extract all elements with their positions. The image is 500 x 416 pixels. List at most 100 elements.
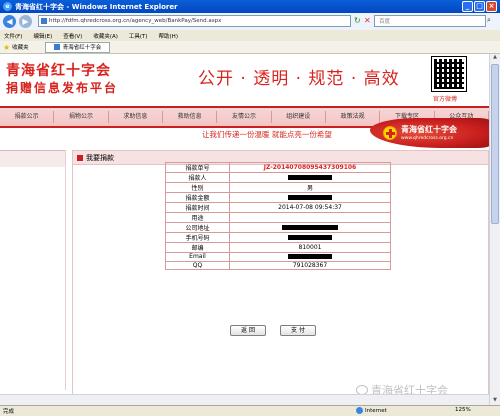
row-label: QQ — [165, 260, 230, 270]
row-value — [229, 172, 391, 183]
banner-text: 让我们传递一份温暖 就能点亮一份希望 — [202, 130, 332, 139]
page-icon — [53, 44, 60, 50]
red-cross-icon — [383, 126, 397, 140]
scroll-down-icon[interactable]: ▼ — [491, 397, 499, 405]
star-icon: ★ — [3, 42, 11, 52]
pay-button[interactable]: 支 付 — [280, 325, 316, 336]
action-buttons: 返 回 支 付 — [230, 325, 316, 336]
refresh-icon[interactable]: ↻ — [354, 16, 361, 25]
table-row: 捐款金额 — [165, 192, 391, 203]
title-bar: e 青海省红十字会 - Windows Internet Explorer _ … — [0, 0, 500, 13]
close-button[interactable]: × — [486, 1, 497, 12]
redacted-value — [288, 175, 332, 180]
redacted-value — [288, 254, 332, 260]
row-label: 捐款人 — [165, 172, 230, 183]
favorites-button[interactable]: ★ 收藏夹 — [0, 43, 29, 52]
scroll-up-icon[interactable]: ▲ — [491, 54, 499, 62]
menu-edit[interactable]: 编辑(E) — [33, 32, 52, 40]
row-label: 手机号码 — [165, 232, 230, 243]
horizontal-scrollbar[interactable] — [0, 394, 489, 405]
nav-item-donation-publicity[interactable]: 捐款公示 — [0, 111, 55, 123]
row-label: 邮编 — [165, 242, 230, 253]
table-row: 捐款单号 JZ-20140708095437309106 — [165, 162, 391, 173]
row-value — [229, 212, 391, 223]
menu-file[interactable]: 文件(F) — [4, 32, 22, 40]
table-row: 用途 — [165, 212, 391, 223]
search-placeholder: 百度 — [379, 19, 391, 25]
back-nav-button[interactable]: ◀ — [3, 15, 16, 28]
address-row: ◀ ▶ http://fdfm.qhredcross.org.cn/agency… — [0, 13, 500, 30]
qr-code-icon — [431, 56, 467, 92]
back-button[interactable]: 返 回 — [230, 325, 266, 336]
table-row: 公司地址 — [165, 222, 391, 233]
donation-info-table: 捐款单号 JZ-20140708095437309106 捐款人 性别男捐款金额 捐款时… — [165, 162, 391, 270]
row-value: 男 — [229, 182, 391, 193]
site-slogan: 公开 · 透明 · 规范 · 高效 — [198, 69, 400, 89]
qr-label: 官方微博 — [433, 96, 458, 103]
row-label: Email — [165, 252, 230, 262]
menu-tools[interactable]: 工具(T) — [129, 32, 148, 40]
ie-logo-icon: e — [3, 2, 12, 11]
vertical-scrollbar[interactable]: ▲ ▼ — [489, 54, 500, 405]
minimize-button[interactable]: _ — [462, 1, 473, 12]
row-value: 791028367 — [229, 260, 391, 270]
search-input[interactable]: 百度 — [374, 15, 486, 27]
nav-item-goods-publicity[interactable]: 捐物公示 — [54, 111, 109, 123]
row-label: 公司地址 — [165, 222, 230, 233]
table-row: 捐款人 — [165, 172, 391, 183]
panel-title-text: 我要捐款 — [86, 153, 114, 162]
menu-view[interactable]: 查看(V) — [63, 32, 82, 40]
address-input[interactable]: http://fdfm.qhredcross.org.cn/agency_web… — [38, 15, 351, 27]
site-org-name: 青海省红十字会 — [6, 63, 111, 79]
row-label: 捐款金额 — [165, 192, 230, 203]
window-controls: _ □ × — [462, 1, 497, 12]
site-header: 青海省红十字会 捐赠信息发布平台 公开 · 透明 · 规范 · 高效 官方微博 — [0, 54, 489, 106]
site-platform-name: 捐赠信息发布平台 — [6, 81, 119, 95]
row-value — [229, 192, 391, 203]
forward-nav-button[interactable]: ▶ — [19, 15, 32, 28]
row-label: 捐款单号 — [165, 162, 230, 173]
scroll-thumb[interactable] — [491, 64, 499, 224]
banner-url: www.qhredcross.org.cn — [401, 136, 454, 141]
page-content: 青海省红十字会 捐赠信息发布平台 公开 · 透明 · 规范 · 高效 官方微博 … — [0, 54, 489, 405]
redacted-value — [282, 225, 338, 230]
status-bar: 完成 Internet 125% — [0, 405, 500, 416]
search-icon[interactable]: ⌕ — [487, 16, 491, 25]
sidebar — [0, 150, 66, 390]
redacted-value — [288, 235, 332, 240]
status-text: 完成 — [3, 409, 15, 415]
row-label: 用途 — [165, 212, 230, 223]
donation-banner: 让我们传递一份温暖 就能点亮一份希望 青海省红十字会 www.qhredcros… — [120, 118, 489, 148]
window-title: 青海省红十字会 - Windows Internet Explorer — [15, 2, 178, 11]
row-value — [229, 222, 391, 233]
table-row: 性别男 — [165, 182, 391, 193]
tab-title: 青海省红十字会 — [62, 45, 102, 51]
row-value — [229, 252, 391, 262]
menu-favorites[interactable]: 收藏夹(A) — [93, 32, 118, 40]
table-row: Email — [165, 252, 391, 262]
table-row: QQ 791028367 — [165, 260, 391, 270]
sidebar-header — [0, 151, 65, 167]
banner-logo: 青海省红十字会 www.qhredcross.org.cn — [370, 118, 489, 148]
tab-current[interactable]: 青海省红十字会 — [44, 41, 111, 53]
zone-text: Internet — [365, 407, 387, 414]
table-row: 邮编 810001 — [165, 242, 391, 253]
row-value: JZ-20140708095437309106 — [229, 162, 391, 173]
banner-org-name: 青海省红十字会 — [401, 125, 457, 134]
zoom-level[interactable]: 125% — [455, 407, 471, 413]
menu-bar: 文件(F) 编辑(E) 查看(V) 收藏夹(A) 工具(T) 帮助(H) — [0, 30, 500, 41]
address-url: http://fdfm.qhredcross.org.cn/agency_web… — [49, 18, 222, 24]
row-value: 2014-07-08 09:54:37 — [229, 202, 391, 213]
page-icon — [41, 18, 47, 24]
menu-help[interactable]: 帮助(H) — [159, 32, 178, 40]
bullet-icon — [77, 154, 83, 161]
maximize-button[interactable]: □ — [474, 1, 485, 12]
redacted-value — [288, 195, 332, 200]
favorites-bar: ★ 收藏夹 青海省红十字会 — [0, 41, 500, 54]
row-label: 性别 — [165, 182, 230, 193]
security-zone: Internet — [356, 407, 387, 414]
table-row: 捐款时间 2014-07-08 09:54:37 — [165, 202, 391, 213]
row-value — [229, 232, 391, 243]
row-label: 捐款时间 — [165, 202, 230, 213]
stop-icon[interactable]: ✕ — [364, 16, 371, 25]
